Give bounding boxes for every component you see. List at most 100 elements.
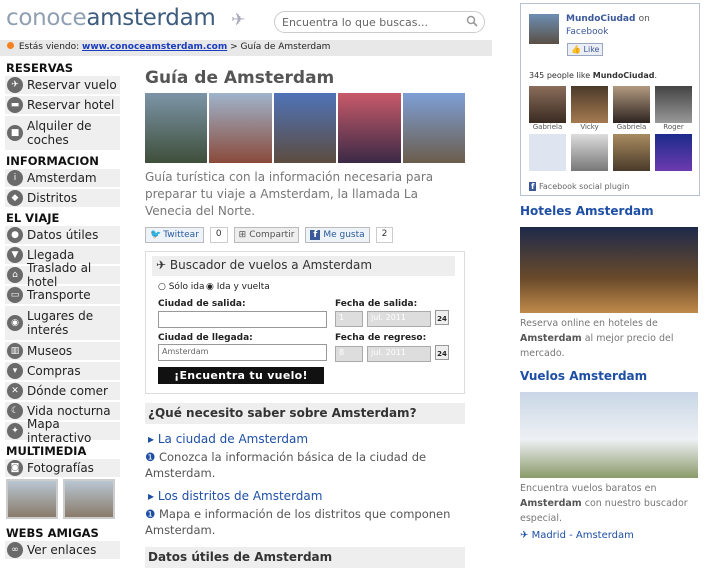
fb-face[interactable] <box>529 134 566 171</box>
bulb-icon: ● <box>7 227 23 243</box>
departure-day-select[interactable]: 1 <box>335 311 363 327</box>
fb-like-count: 345 people like MundoCiudad. <box>529 71 658 80</box>
photo-thumbnail[interactable] <box>63 479 115 519</box>
twitter-button[interactable]: 🐦 Twittear <box>145 227 204 243</box>
sidebar-item-compras[interactable]: ▾ Compras <box>5 362 120 380</box>
like-count: 2 <box>375 227 394 243</box>
link-description: ❶ Conozca la información básica de la ci… <box>145 450 427 480</box>
sidebar-item-amsterdam[interactable]: i Amsterdam <box>5 169 120 187</box>
twitter-count: 0 <box>209 227 228 243</box>
info-icon: ❶ <box>145 450 156 464</box>
search-input[interactable]: Encuentra lo que buscas... <box>274 11 485 33</box>
compass-icon: ◆ <box>7 190 23 206</box>
calendar-icon[interactable]: 24 <box>435 345 449 360</box>
fb-face[interactable]: Vicky <box>571 86 608 131</box>
fb-plugin-label: f Facebook social plugin <box>529 182 630 191</box>
sidebar-item-datos[interactable]: ● Datos útiles <box>5 226 120 244</box>
fb-page-name[interactable]: MundoCiudad on Facebook <box>566 13 650 39</box>
sidebar-item-lugares[interactable]: ◉ Lugares de interés <box>5 306 120 340</box>
bed-icon: ▬ <box>7 97 23 113</box>
sidebar-item-reservar-vuelo[interactable]: ✈ Reservar vuelo <box>5 76 120 94</box>
sidebar-item-distritos[interactable]: ◆ Distritos <box>5 189 120 207</box>
breadcrumb: Estás viendo: www.conoceamsterdam.com > … <box>0 40 492 56</box>
right-sidebar: MundoCiudad on Facebook 👍 Like 345 people… <box>520 3 700 541</box>
link-description: ❶ Mapa e información de los distritos qu… <box>145 507 451 537</box>
photo-strip <box>145 93 466 163</box>
link-distritos[interactable]: ▸ Los distritos de Amsterdam <box>145 489 465 503</box>
flight-search-title: ✈ Buscador de vuelos a Amsterdam <box>152 256 455 276</box>
share-button[interactable]: ⊞ Compartir <box>233 227 300 243</box>
bus-icon: ▭ <box>7 287 23 303</box>
sidebar-section-title: EL VIAJE <box>6 211 60 225</box>
pin-icon: ▼ <box>7 247 23 263</box>
header: conoceamsterdam ✈ Encuentra lo que busca… <box>0 0 492 40</box>
return-month-select[interactable]: jul. 2011 <box>367 346 431 362</box>
sidebar-item-alquiler[interactable]: ■ Alquiler de coches <box>5 116 120 150</box>
origin-input[interactable] <box>158 311 327 328</box>
flights-text: Encuentra vuelos baratos en Amsterdam con… <box>520 483 688 524</box>
cutlery-icon: ✕ <box>7 383 23 399</box>
departure-month-select[interactable]: jul. 2011 <box>367 311 431 327</box>
breadcrumb-home-link[interactable]: www.conoceamsterdam.com <box>82 42 227 52</box>
sidebar-item-mapa[interactable]: ✦ Mapa interactivo <box>5 417 120 445</box>
photo[interactable] <box>338 93 401 163</box>
return-date-label: Fecha de regreso: <box>335 333 427 343</box>
main-content: Guía de Amsterdam Guía turística con la … <box>145 59 466 568</box>
fb-face[interactable] <box>613 134 650 171</box>
photo[interactable] <box>273 93 337 163</box>
calendar-icon[interactable]: 24 <box>435 310 449 325</box>
hotels-text: Reserva online en hoteles de Amsterdam al… <box>520 318 674 359</box>
facebook-icon: f <box>310 230 321 240</box>
page-title: Guía de Amsterdam <box>145 68 335 88</box>
photo-thumbnail[interactable] <box>6 479 58 519</box>
find-flight-button[interactable]: ¡Encuentra tu vuelo! <box>158 367 324 384</box>
flights-heading[interactable]: Vuelos Amsterdam <box>520 369 700 386</box>
twitter-icon: 🐦 <box>150 230 162 240</box>
fb-face[interactable]: Gabriela <box>613 86 650 131</box>
fb-face[interactable] <box>571 134 608 171</box>
fb-face[interactable]: Gabriela <box>529 86 566 131</box>
photo-thumbnails <box>6 479 123 519</box>
destination-input[interactable]: Amsterdam <box>158 344 327 361</box>
sidebar-section-title: WEBS AMIGAS <box>6 526 99 540</box>
moon-icon: ☾ <box>7 403 23 419</box>
sidebar-section-title: RESERVAS <box>6 61 74 75</box>
photo[interactable] <box>145 93 208 163</box>
search-icon[interactable] <box>466 15 478 27</box>
photo[interactable] <box>402 93 466 163</box>
sidebar-item-museos[interactable]: ▥ Museos <box>5 342 120 360</box>
return-day-select[interactable]: 8 <box>335 346 363 362</box>
page-avatar[interactable] <box>529 14 559 44</box>
plane-icon: ✈ <box>7 77 23 93</box>
intro-text: Guía turística con la información necesa… <box>145 170 434 218</box>
like-button[interactable]: f Me gusta <box>305 227 370 243</box>
sidebar-item-enlaces[interactable]: ∞ Ver enlaces <box>5 541 120 559</box>
sidebar-item-traslado[interactable]: ⌂ Traslado al hotel <box>5 261 120 289</box>
plane-image[interactable] <box>520 392 698 478</box>
departure-date-label: Fecha de salida: <box>335 299 418 309</box>
house-icon: ⌂ <box>7 267 23 283</box>
info-icon: ❶ <box>145 507 156 521</box>
hotels-heading[interactable]: Hoteles Amsterdam <box>520 204 700 221</box>
fb-face[interactable] <box>655 134 692 171</box>
site-logo[interactable]: conoceamsterdam <box>6 5 216 31</box>
sidebar-item-reservar-hotel[interactable]: ▬ Reservar hotel <box>5 96 120 114</box>
fb-like-button[interactable]: 👍 Like <box>567 43 604 56</box>
fb-face[interactable]: Roger <box>655 86 692 131</box>
radio-solo-ida[interactable]: ○ Sólo ida <box>158 282 205 292</box>
radio-ida-vuelta[interactable]: ◉ Ida y vuelta <box>206 282 270 292</box>
hotel-image[interactable] <box>520 227 698 313</box>
cart-icon: ▾ <box>7 363 23 379</box>
link-ciudad[interactable]: ▸ La ciudad de Amsterdam <box>145 432 465 446</box>
map-icon: ✦ <box>7 423 23 439</box>
photo[interactable] <box>209 93 272 163</box>
sidebar-item-donde-comer[interactable]: ✕ Dónde comer <box>5 382 120 400</box>
museum-icon: ▥ <box>7 343 23 359</box>
section-heading: Datos útiles de Amsterdam <box>145 547 465 568</box>
sidebar-item-fotografias[interactable]: ◙ Fotografías <box>5 459 120 477</box>
link-icon: ∞ <box>7 542 23 558</box>
flight-route-link[interactable]: ✈ Madrid - Amsterdam <box>520 530 700 541</box>
car-icon: ■ <box>7 125 23 141</box>
plane-icon: ✈ <box>520 530 529 541</box>
sidebar: RESERVAS ✈ Reservar vuelo ▬ Reservar hotel… <box>0 59 123 561</box>
